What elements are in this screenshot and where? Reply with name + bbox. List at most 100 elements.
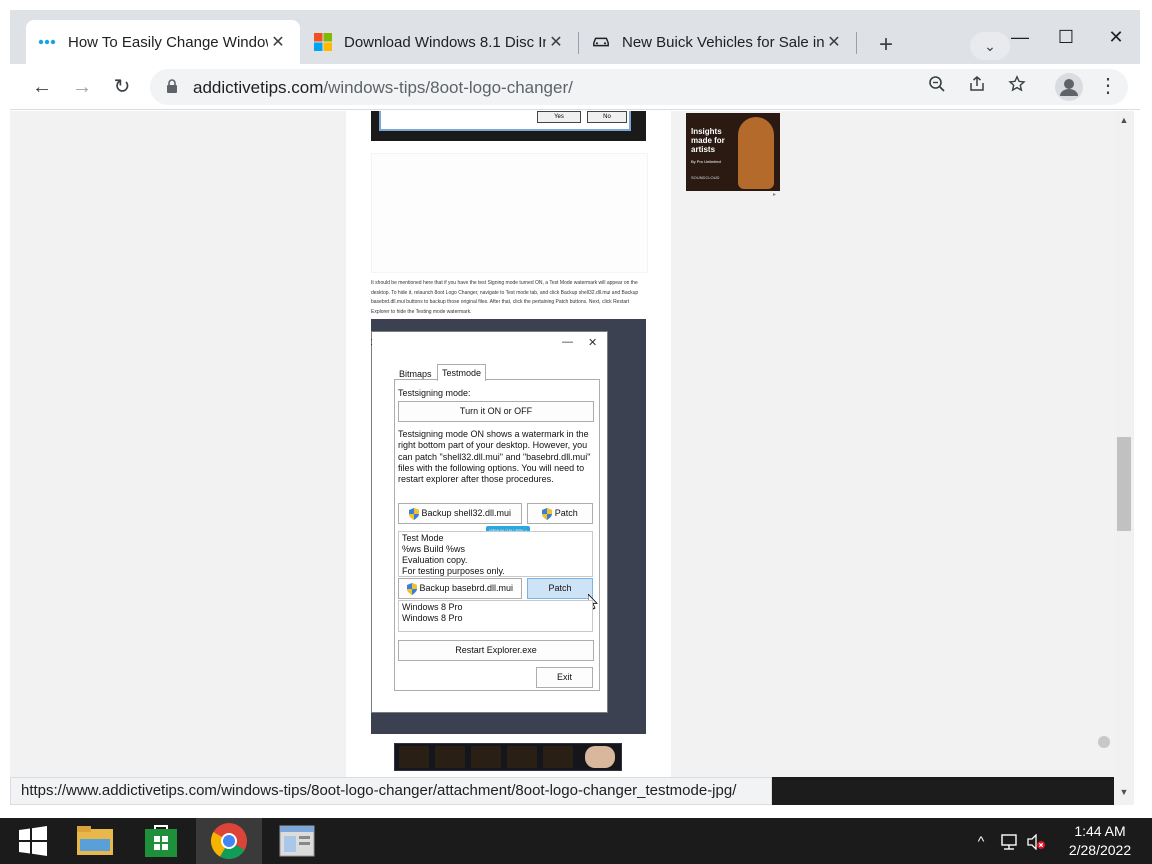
scroll-up-icon[interactable]: ▲	[1114, 111, 1134, 129]
restart-explorer-button: Restart Explorer.exe	[398, 640, 594, 661]
close-icon: ✕	[1108, 27, 1124, 47]
thumbnail-cell	[507, 746, 537, 768]
ad-headline: Insights made for artists	[691, 127, 725, 154]
start-button[interactable]	[0, 818, 66, 864]
shell32-line: %ws Build %ws	[402, 544, 466, 554]
volume-muted-icon	[1027, 833, 1045, 851]
dots-icon	[38, 33, 56, 51]
article-paragraph: It should be mentioned here that if you …	[371, 280, 639, 315]
forward-button[interactable]: →	[68, 73, 96, 101]
store-taskbar[interactable]	[128, 818, 194, 864]
screenshot-image-top[interactable]: Yes No	[371, 111, 646, 141]
tab-buick[interactable]: New Buick Vehicles for Sale in ✕	[580, 20, 856, 64]
link-status-bubble: https://www.addictivetips.com/windows-ti…	[10, 777, 772, 805]
exit-button: Exit	[536, 667, 593, 688]
profile-avatar[interactable]	[1055, 73, 1083, 101]
browser-toolbar: ← → ↻ addictivetips.com/windows-tips/8oo…	[10, 64, 1140, 110]
backup-shell32-label: Backup shell32.dll.mui	[421, 508, 512, 518]
network-status[interactable]	[996, 818, 1022, 864]
maximize-button[interactable]: ☐	[1043, 20, 1089, 56]
url-text[interactable]: addictivetips.com/windows-tips/8oot-logo…	[193, 78, 573, 98]
url-host: addictivetips.com	[193, 78, 324, 97]
shell32-line: Evaluation copy.	[402, 555, 468, 565]
zoom-icon[interactable]	[925, 75, 949, 99]
volume-status[interactable]	[1024, 818, 1048, 864]
chevron-up-icon: ^	[977, 833, 985, 849]
clock-date: 2/28/2022	[1068, 842, 1132, 858]
floating-action-icon[interactable]	[1098, 736, 1110, 748]
folder-icon	[77, 826, 113, 855]
url-path: /windows-tips/8oot-logo-changer/	[323, 78, 573, 97]
tab-close-icon[interactable]: ✕	[546, 32, 566, 52]
ad-subline: By Pro Unlimited	[691, 159, 721, 164]
ad-placeholder	[371, 153, 648, 273]
tab-title: Download Windows 8.1 Disc Image	[344, 33, 546, 51]
no-button: No	[587, 111, 627, 123]
arrow-right-icon: →	[72, 76, 92, 98]
page-scrollbar[interactable]: ▲ ▼	[1114, 111, 1134, 805]
minimize-icon: —	[562, 336, 573, 348]
ad-brand: SOUNDCLOUD	[691, 175, 720, 180]
yes-button: Yes	[537, 111, 581, 123]
new-tab-button[interactable]: +	[872, 32, 900, 60]
turn-on-off-button: Turn it ON or OFF	[398, 401, 594, 422]
tab-strip: How To Easily Change Windows 8 ✕ Downloa…	[10, 10, 1140, 64]
side-advertisement[interactable]: Insights made for artists By Pro Unlimit…	[686, 113, 780, 191]
chrome-icon	[210, 823, 247, 860]
reload-button[interactable]: ↻	[108, 73, 136, 101]
page-dark-strip	[772, 777, 1114, 805]
windows-logo-icon	[19, 826, 47, 856]
system-clock[interactable]: 1:44 AM 2/28/2022	[1060, 822, 1140, 860]
tab-close-icon[interactable]: ✕	[268, 32, 288, 52]
app-taskbar[interactable]	[264, 818, 330, 864]
chrome-taskbar[interactable]	[196, 818, 262, 864]
address-bar[interactable]: addictivetips.com/windows-tips/8oot-logo…	[150, 69, 1128, 105]
thumbnail-cell	[471, 746, 501, 768]
car-icon	[592, 33, 610, 51]
scrollbar-thumb[interactable]	[1117, 437, 1131, 531]
close-window-button[interactable]: ✕	[1093, 20, 1139, 56]
page-viewport: Yes No It should be mentioned here that …	[10, 111, 1114, 805]
show-hidden-icons[interactable]: ^	[970, 818, 992, 864]
tab-windows-download[interactable]: Download Windows 8.1 Disc Image ✕	[302, 20, 578, 64]
patch-label: Patch	[554, 508, 578, 518]
person-icon	[1060, 79, 1078, 96]
testsigning-label: Testsigning mode:	[398, 388, 471, 398]
bookmark-star-icon[interactable]	[1005, 75, 1029, 99]
window-app-icon	[279, 825, 315, 857]
microsoft-logo-icon	[314, 33, 332, 51]
windows-taskbar: ^ 1:44 AM 2/28/2022	[0, 818, 1152, 864]
patch-basebrd-button: Patch	[527, 578, 593, 599]
thumbnail-cell	[543, 746, 573, 768]
basebrd-line: Windows 8 Pro	[402, 602, 463, 612]
shell32-text-box: Test Mode %ws Build %ws Evaluation copy.…	[398, 531, 593, 577]
scroll-down-icon[interactable]: ▼	[1114, 783, 1134, 801]
minimize-button[interactable]: —	[997, 20, 1043, 56]
back-button[interactable]: ←	[28, 73, 56, 101]
patch-shell32-button: Patch	[527, 503, 593, 524]
colon-glyph: :	[370, 336, 374, 348]
ad-choices-icon[interactable]: ▸	[773, 191, 776, 198]
basebrd-text-box: Windows 8 Pro Windows 8 Pro	[398, 600, 593, 632]
arrow-left-icon: ←	[32, 76, 52, 98]
tab-bitmaps: Bitmaps	[399, 369, 432, 379]
backup-shell32-button: Backup shell32.dll.mui	[398, 503, 522, 524]
tab-addictivetips[interactable]: How To Easily Change Windows 8 ✕	[26, 20, 300, 64]
basebrd-line: Windows 8 Pro	[402, 613, 463, 623]
screenshot-image-bottom[interactable]	[394, 743, 622, 771]
tab-title: New Buick Vehicles for Sale in	[622, 33, 824, 51]
chevron-down-icon: ⌄	[984, 38, 996, 54]
tab-separator	[856, 32, 857, 54]
browser-menu-button[interactable]: ⋮	[1098, 73, 1118, 101]
testmode-screenshot[interactable]: : — ✕ Bitmaps Testmode Testsigning mode:…	[370, 319, 646, 734]
file-explorer-taskbar[interactable]	[62, 818, 128, 864]
tab-close-icon[interactable]: ✕	[824, 32, 844, 52]
tab-title: How To Easily Change Windows 8	[68, 33, 268, 51]
tab-testmode: Testmode	[437, 364, 487, 381]
clock-time: 1:44 AM	[1074, 823, 1126, 839]
share-icon[interactable]	[965, 75, 989, 99]
thumbnail-cell	[435, 746, 465, 768]
minimize-icon: —	[1011, 27, 1029, 47]
article-column: Yes No It should be mentioned here that …	[346, 111, 671, 805]
more-vert-icon: ⋮	[1098, 75, 1118, 97]
